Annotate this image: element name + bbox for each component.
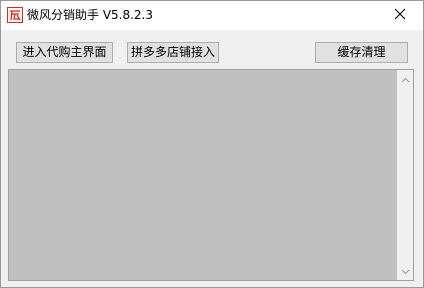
chevron-down-icon [401,264,410,278]
scroll-up-button[interactable] [397,71,413,87]
log-textarea[interactable] [8,69,414,281]
app-logo-icon [7,7,23,23]
window-title: 微风分销助手 V5.8.2.3 [27,8,154,22]
scroll-down-button[interactable] [397,263,413,279]
main-window: 微风分销助手 V5.8.2.3 进入代购主界面 拼多多店铺接入 缓存清理 [0,0,424,288]
vertical-scrollbar[interactable] [397,70,413,280]
enter-agent-main-button[interactable]: 进入代购主界面 [16,42,113,63]
title-bar[interactable]: 微风分销助手 V5.8.2.3 [1,1,423,30]
clear-cache-button[interactable]: 缓存清理 [315,42,408,63]
close-icon [394,8,406,23]
chevron-up-icon [401,72,410,86]
pinduoduo-store-connect-button[interactable]: 拼多多店铺接入 [127,42,219,63]
close-button[interactable] [377,1,423,30]
